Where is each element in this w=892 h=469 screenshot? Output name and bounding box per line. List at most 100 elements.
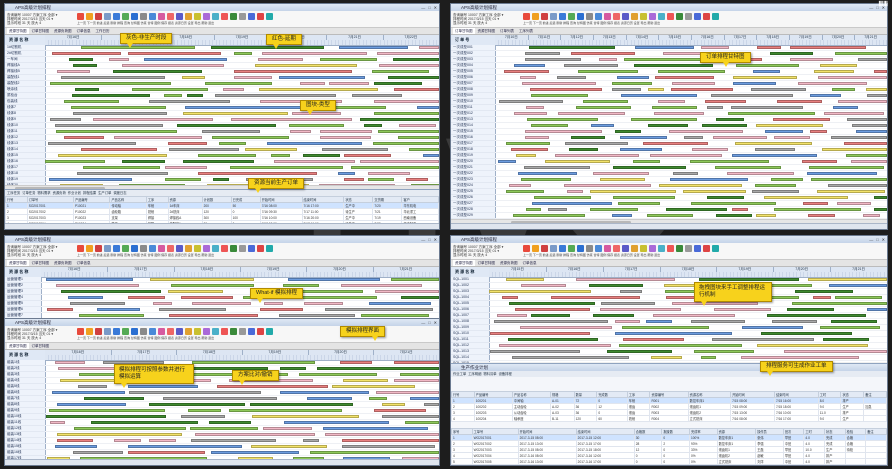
gantt-task-bar[interactable] [509, 183, 532, 188]
toolbar-icon[interactable] [230, 245, 237, 252]
gantt-task-bar[interactable] [378, 129, 439, 134]
gantt-task-bar[interactable] [658, 69, 726, 74]
toolbar-icon[interactable] [640, 13, 647, 20]
gantt-task-bar[interactable] [752, 189, 800, 194]
gantt-task-bar[interactable] [399, 372, 439, 377]
gantt-task-bar[interactable] [122, 63, 225, 68]
gantt-task-bar[interactable] [757, 45, 782, 50]
gantt-task-bar[interactable] [715, 117, 744, 122]
toolbar-icon[interactable] [523, 13, 530, 20]
close-button[interactable]: ✕ [434, 5, 437, 10]
gantt-task-bar[interactable] [368, 177, 394, 182]
gantt-task-bar[interactable] [229, 165, 344, 170]
gantt-task-bar[interactable] [803, 201, 829, 206]
gantt-task-bar[interactable] [756, 343, 869, 348]
gantt-task-bar[interactable] [774, 207, 861, 212]
toolbar-icon[interactable] [203, 245, 210, 252]
toolbar-icon[interactable] [131, 328, 138, 335]
gantt-task-bar[interactable] [728, 111, 815, 116]
toolbar-icon[interactable] [631, 245, 638, 252]
toolbar-icon[interactable] [95, 328, 102, 335]
toolbar-icon[interactable] [712, 13, 719, 20]
gantt-task-bar[interactable] [612, 165, 686, 170]
gantt-task-bar[interactable] [795, 289, 854, 294]
gantt-task-bar[interactable] [816, 189, 885, 194]
toolbar-icon[interactable] [550, 245, 557, 252]
gantt-task-bar[interactable] [773, 117, 831, 122]
gantt-task-bar[interactable] [77, 384, 108, 389]
minimize-button[interactable]: — [421, 5, 425, 10]
gantt-task-bar[interactable] [623, 337, 684, 342]
gantt-task-bar[interactable] [734, 141, 813, 146]
gantt-task-bar[interactable] [325, 432, 439, 437]
gantt-task-bar[interactable] [213, 177, 229, 182]
gantt-task-bar[interactable] [397, 135, 439, 140]
gantt-task-bar[interactable] [375, 289, 439, 294]
detail-tab[interactable]: 排程结果 [83, 190, 96, 196]
gantt-task-bar[interactable] [360, 117, 439, 122]
toolbar-icon[interactable] [532, 245, 539, 252]
gantt-task-bar[interactable] [630, 117, 697, 122]
gantt-task-bar[interactable] [340, 360, 373, 365]
toolbar-icon[interactable] [194, 245, 201, 252]
gantt-task-bar[interactable] [280, 390, 369, 395]
toolbar-icon[interactable] [577, 245, 584, 252]
toolbar-icon[interactable] [230, 13, 237, 20]
gantt-task-bar[interactable] [634, 63, 713, 68]
toolbar-icon[interactable] [167, 328, 174, 335]
gantt-task-bar[interactable] [321, 147, 389, 152]
gantt-task-bar[interactable] [827, 183, 887, 188]
gantt-task-bar[interactable] [58, 153, 168, 158]
gantt-task-bar[interactable] [599, 307, 681, 312]
gantt-task-bar[interactable] [647, 123, 688, 128]
gantt-task-bar[interactable] [204, 81, 273, 86]
detail-tab[interactable]: 物料需求 [37, 190, 50, 196]
gantt-task-bar[interactable] [361, 313, 430, 318]
gantt-task-bar[interactable] [862, 213, 880, 218]
gantt-task-bar[interactable] [393, 378, 439, 383]
gantt-task-bar[interactable] [756, 213, 777, 218]
gantt-task-bar[interactable] [715, 213, 752, 218]
gantt-task-bar[interactable] [499, 343, 612, 348]
toolbar-icon[interactable] [194, 13, 201, 20]
minimize-button[interactable]: — [421, 237, 425, 242]
dialog-tab[interactable]: 工序明细 [468, 371, 481, 377]
toolbar-icon[interactable] [176, 13, 183, 20]
gantt-task-bar[interactable] [320, 135, 371, 140]
detail-tab[interactable]: 生产订单 [98, 190, 111, 196]
toolbar-icon[interactable] [149, 328, 156, 335]
toolbar-icon[interactable] [622, 245, 629, 252]
gantt-task-bar[interactable] [373, 111, 439, 116]
gantt-task-bar[interactable] [619, 343, 742, 348]
gantt-task-bar[interactable] [83, 396, 144, 401]
gantt-task-bar[interactable] [128, 384, 199, 389]
gantt-task-bar[interactable] [563, 63, 618, 68]
toolbar-icon[interactable] [104, 245, 111, 252]
maximize-button[interactable]: □ [428, 320, 430, 325]
gantt-task-bar[interactable] [652, 313, 735, 318]
toolbar-icon[interactable] [221, 328, 228, 335]
gantt-task-bar[interactable] [262, 51, 368, 56]
gantt-task-bar[interactable] [646, 213, 693, 218]
gantt-task-bar[interactable] [599, 57, 617, 62]
gantt-task-bar[interactable] [127, 450, 205, 455]
gantt-task-bar[interactable] [702, 123, 748, 128]
toolbar-icon[interactable] [622, 13, 629, 20]
gantt-task-bar[interactable] [578, 69, 638, 74]
toolbar-icon[interactable] [248, 245, 255, 252]
toolbar-icon[interactable] [86, 328, 93, 335]
toolbar-icon[interactable] [595, 13, 602, 20]
toolbar-icon[interactable] [559, 13, 566, 20]
gantt-task-bar[interactable] [233, 69, 352, 74]
tab-4[interactable]: 工作日历 [94, 28, 112, 34]
gantt-task-bar[interactable] [653, 111, 705, 116]
minimize-button[interactable]: — [869, 237, 873, 242]
gantt-task-bar[interactable] [648, 87, 665, 92]
toolbar-icon[interactable] [158, 328, 165, 335]
tab-0[interactable]: 资源甘特图 [453, 260, 475, 266]
gantt-task-bar[interactable] [188, 408, 222, 413]
gantt-task-bar[interactable] [181, 75, 205, 80]
toolbar-icon[interactable] [212, 245, 219, 252]
gantt-task-bar[interactable] [612, 213, 633, 218]
gantt-task-bar[interactable] [216, 384, 328, 389]
